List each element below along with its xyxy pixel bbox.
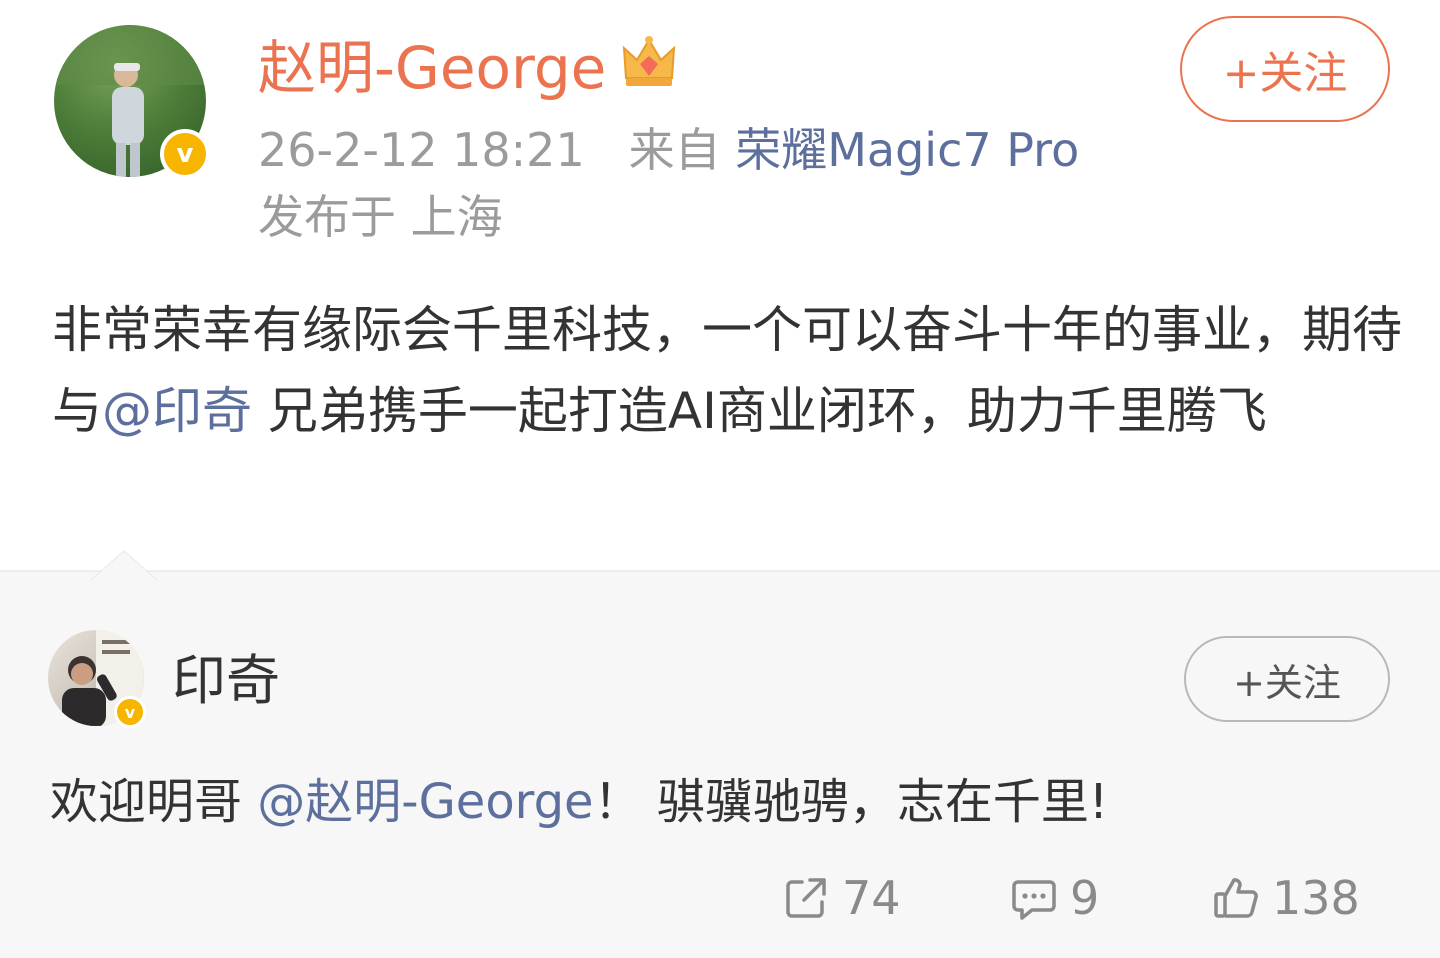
repost-author-avatar[interactable]: v <box>48 630 146 728</box>
repost-action-button[interactable]: 74 <box>782 866 901 930</box>
repost-text-prefix: 欢迎明哥 <box>50 774 258 830</box>
crown-vip-icon[interactable] <box>620 34 678 88</box>
repost-text-suffix: ！ 骐骥驰骋，志在千里! <box>593 774 1109 830</box>
verified-badge-icon: v <box>160 129 210 179</box>
like-count: 138 <box>1272 871 1360 925</box>
post-location: 发布于 上海 <box>258 190 503 244</box>
author-name[interactable]: 赵明-George <box>258 30 606 106</box>
repost-count: 74 <box>842 871 901 925</box>
repost-follow-button[interactable]: +关注 <box>1184 636 1390 722</box>
repost-mention-link[interactable]: @赵明-George <box>257 774 593 830</box>
repost-body: 欢迎明哥 @赵明-George！ 骐骥驰骋，志在千里! <box>50 770 1108 834</box>
author-avatar[interactable]: v <box>54 25 210 179</box>
comment-icon <box>1012 880 1056 920</box>
comment-count: 9 <box>1070 871 1100 925</box>
source-prefix: 来自 <box>628 123 721 177</box>
like-icon <box>1214 878 1258 918</box>
repost-pointer-fill <box>92 552 156 580</box>
repost-author-name[interactable]: 印奇 <box>172 648 280 714</box>
post-timestamp: 26-2-12 18:21 <box>258 123 585 177</box>
share-icon <box>786 878 826 918</box>
source-device-link[interactable]: 荣耀Magic7 Pro <box>735 123 1079 177</box>
post-meta: 26-2-12 18:21 来自 荣耀Magic7 Pro <box>258 120 1079 180</box>
comment-action-button[interactable]: 9 <box>1010 866 1099 930</box>
follow-button[interactable]: +关注 <box>1180 16 1390 122</box>
verified-badge-icon: v <box>114 696 146 728</box>
like-action-button[interactable]: 138 <box>1212 866 1360 930</box>
mention-link[interactable]: @印奇 <box>102 382 252 440</box>
post-text-part2: 兄弟携手一起打造AI商业闭环，助力千里腾飞 <box>252 382 1267 440</box>
post-body: 非常荣幸有缘际会千里科技，一个可以奋斗十年的事业，期待与@印奇 兄弟携手一起打造… <box>52 290 1402 452</box>
divider <box>0 570 1440 572</box>
